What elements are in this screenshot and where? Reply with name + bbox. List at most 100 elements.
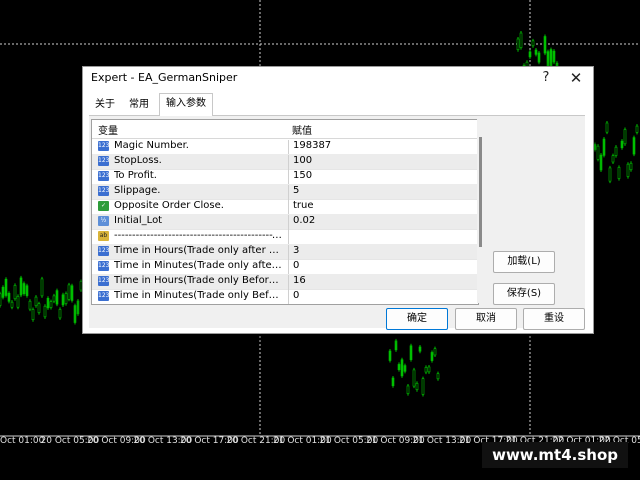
candle — [596, 145, 600, 160]
table-row[interactable]: 123 Time in Hours(Trade only Before that … — [92, 274, 478, 290]
variable-value[interactable]: 150 — [288, 170, 473, 185]
table-row[interactable]: 123 StopLoss. 100 — [92, 154, 478, 170]
variable-name: ----------------------------------------… — [114, 230, 282, 241]
candle — [37, 303, 41, 313]
candle — [52, 295, 56, 302]
candle — [406, 385, 410, 394]
variable-name: StopLoss. — [114, 155, 162, 166]
candle — [605, 122, 609, 133]
table-row[interactable]: ½ Initial_Lot 0.02 — [92, 214, 478, 230]
watermark: www.mt4.shop — [482, 442, 628, 468]
int-type-icon: 123 — [98, 156, 110, 166]
dialog-titlebar[interactable]: Expert - EA_GermanSniper ? ✕ — [83, 67, 593, 89]
int-type-icon: 123 — [98, 141, 110, 151]
close-icon[interactable]: ✕ — [563, 68, 589, 88]
table-row[interactable]: 123 Slippage. 5 — [92, 184, 478, 200]
time-tick-label: Oct 01:00 — [0, 436, 45, 446]
candle — [70, 285, 74, 301]
candle — [552, 50, 556, 63]
inputs-table: 变量 赋值 123 Magic Number. 198387 123 StopLoss.… — [91, 119, 479, 305]
table-row[interactable]: 123 Time in Minutes(Trade only Before tha… — [92, 289, 478, 304]
variable-value[interactable]: true — [288, 200, 473, 215]
candle — [549, 49, 553, 68]
header-value[interactable]: 赋值 — [292, 122, 312, 137]
candle — [22, 283, 26, 295]
tab-about[interactable]: 关于 — [89, 95, 121, 115]
candle — [73, 305, 77, 323]
candle — [409, 345, 413, 360]
candle — [16, 296, 20, 308]
variable-name: To Profit. — [114, 170, 157, 181]
variable-value[interactable]: 198387 — [288, 140, 473, 155]
candle — [76, 300, 80, 315]
candle — [534, 49, 538, 55]
save-button[interactable]: 保存(S) — [493, 283, 555, 305]
candle — [433, 348, 437, 356]
candle — [46, 297, 50, 309]
table-row[interactable]: 123 To Profit. 150 — [92, 169, 478, 185]
header-variable[interactable]: 变量 — [98, 122, 118, 137]
help-icon[interactable]: ? — [533, 68, 559, 88]
table-row[interactable]: ✓ Opposite Order Close. true — [92, 199, 478, 215]
candle — [430, 352, 434, 361]
tab-inputs[interactable]: 输入参数 — [159, 93, 213, 116]
expert-properties-dialog: Expert - EA_GermanSniper ? ✕ 关于 常用 输入参数 … — [82, 66, 594, 334]
variable-value[interactable]: 3 — [288, 245, 473, 260]
candle — [635, 125, 639, 133]
candle — [424, 367, 428, 373]
candle — [10, 301, 14, 308]
candle — [13, 285, 17, 300]
variable-value[interactable] — [288, 230, 473, 245]
variable-name: Slippage. — [114, 185, 161, 196]
tab-common[interactable]: 常用 — [123, 95, 155, 115]
variable-value[interactable]: 0 — [288, 260, 473, 275]
table-header: 变量 赋值 — [92, 120, 478, 139]
string-type-icon: ab — [98, 231, 109, 241]
candle — [7, 293, 11, 302]
candle — [43, 305, 47, 318]
variable-value[interactable]: 16 — [288, 275, 473, 290]
candle — [40, 278, 44, 297]
variable-name: Time in Hours(Trade only Before that ... — [114, 275, 282, 286]
load-button[interactable]: 加载(L) — [493, 251, 555, 273]
table-row[interactable]: 123 Time in Minutes(Trade only after that… — [92, 259, 478, 275]
candle — [388, 350, 392, 361]
candle — [67, 284, 71, 300]
variable-value[interactable]: 0 — [288, 290, 473, 304]
candle — [4, 278, 8, 296]
variable-name: Time in Hours(Trade only after that ti..… — [114, 245, 282, 256]
candle — [418, 346, 422, 352]
variable-name: Magic Number. — [114, 140, 189, 151]
candle — [61, 294, 65, 306]
candle — [599, 154, 603, 171]
bool-type-icon: ✓ — [98, 201, 109, 211]
variable-name: Time in Minutes(Trade only Before tha... — [114, 290, 282, 301]
candle — [25, 285, 29, 296]
double-type-icon: ½ — [98, 216, 109, 226]
candle — [427, 366, 431, 373]
candle — [519, 32, 523, 48]
candle — [611, 155, 615, 163]
candle — [391, 377, 395, 387]
int-type-icon: 123 — [98, 276, 110, 286]
reset-button[interactable]: 重设 — [523, 308, 585, 330]
candle — [632, 137, 636, 155]
variable-value[interactable]: 5 — [288, 185, 473, 200]
candle — [403, 365, 407, 372]
scrollbar-thumb[interactable] — [479, 137, 482, 247]
candle — [436, 373, 440, 380]
variable-value[interactable]: 100 — [288, 155, 473, 170]
candle — [397, 364, 401, 370]
ok-button[interactable]: 确定 — [386, 308, 448, 330]
candle — [620, 140, 624, 149]
cancel-button[interactable]: 取消 — [455, 308, 517, 330]
table-row[interactable]: ab --------------------------------------… — [92, 229, 478, 245]
candle — [602, 138, 606, 156]
table-row[interactable]: 123 Magic Number. 198387 — [92, 139, 478, 155]
candle — [1, 286, 5, 298]
candle — [49, 301, 53, 308]
variable-value[interactable]: 0.02 — [288, 215, 473, 230]
candle — [400, 359, 404, 377]
variable-name: Time in Minutes(Trade only after that t.… — [114, 260, 282, 271]
table-row[interactable]: 123 Time in Hours(Trade only after that t… — [92, 244, 478, 260]
